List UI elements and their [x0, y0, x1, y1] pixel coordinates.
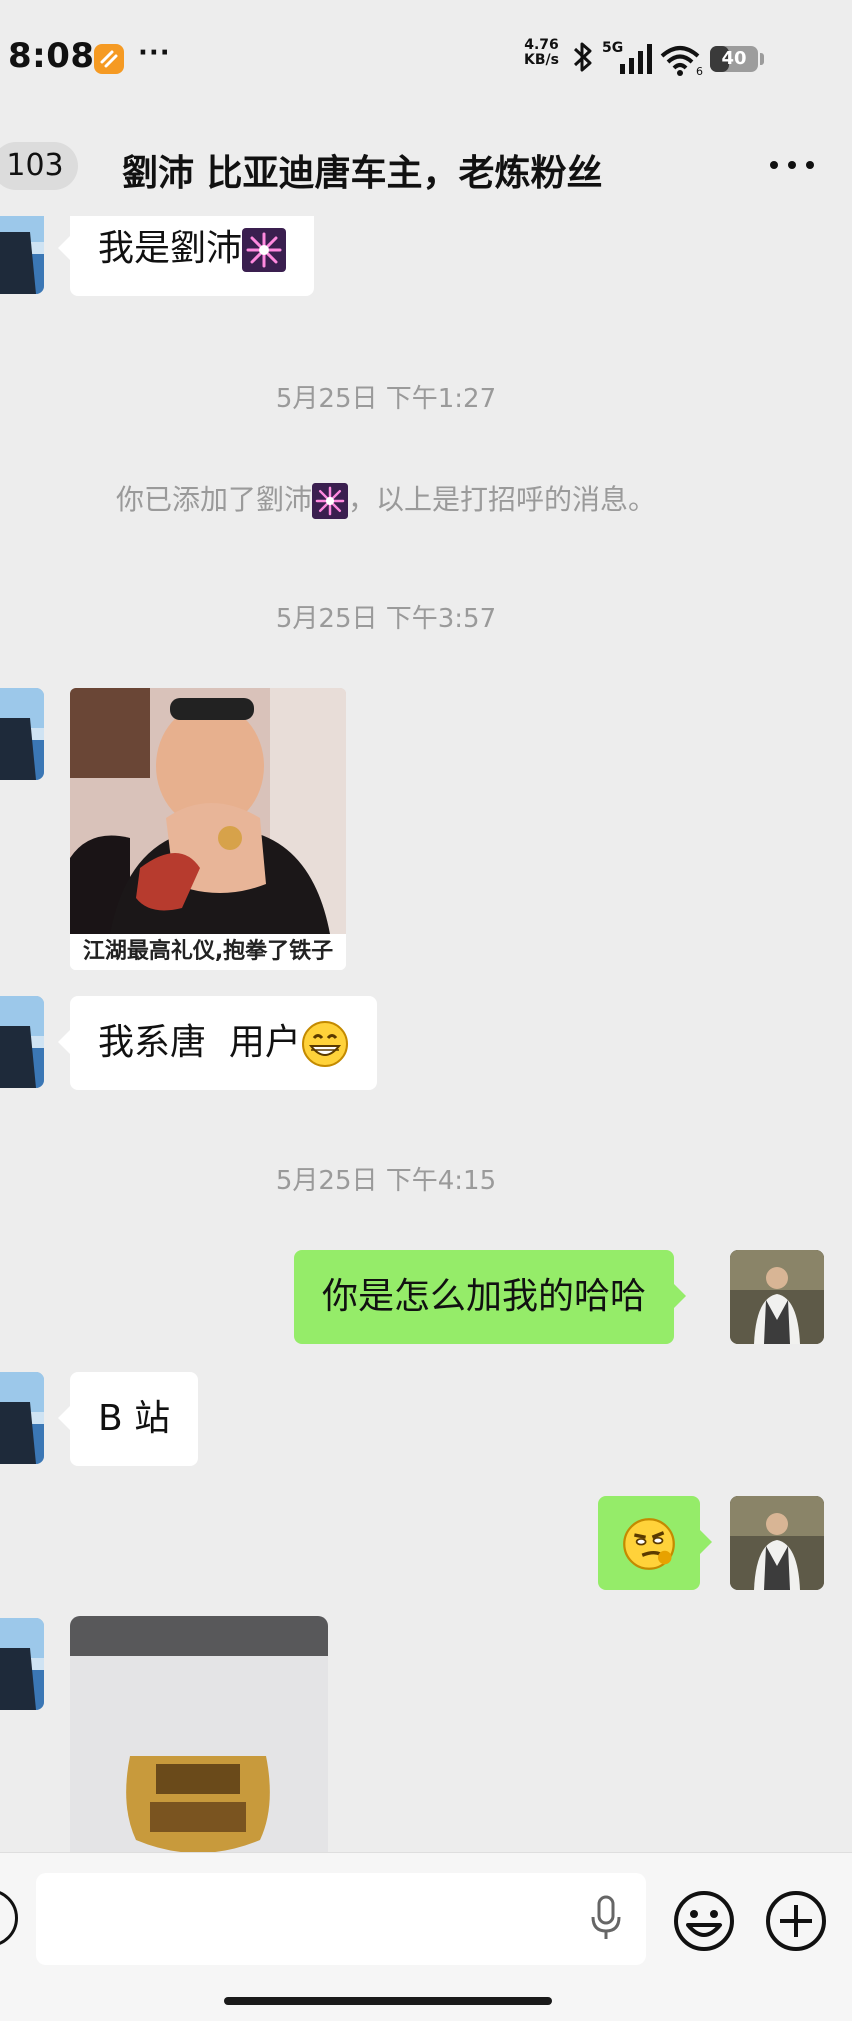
status-time: 8:08 [8, 36, 95, 76]
contact-avatar[interactable] [0, 1618, 44, 1710]
meme-image-message[interactable]: 江湖最高礼仪,抱拳了铁子 [70, 688, 346, 970]
system-message-suffix: ，以上是打招呼的消息。 [348, 483, 657, 516]
photo-image [70, 1616, 328, 1852]
network-speed: 4.76 KB/s [524, 38, 559, 68]
message-text: B 站 [98, 1398, 171, 1439]
message-bubble-incoming[interactable]: 我系唐 用户 [58, 996, 377, 1090]
chat-header: 103 劉沛 比亚迪唐车主，老炼粉丝 [0, 120, 852, 216]
network-speed-value: 4.76 [524, 37, 559, 53]
bluetooth-icon [573, 42, 592, 72]
message-bubble-outgoing[interactable]: 你是怎么加我的哈哈 [294, 1250, 687, 1344]
signal-icon [620, 44, 652, 74]
message-text: 我系唐 用户 [98, 1022, 301, 1063]
back-button[interactable]: 103 [0, 142, 78, 190]
contact-avatar[interactable] [0, 1372, 44, 1464]
smirk-emoji [623, 1518, 675, 1570]
grin-emoji [301, 1021, 348, 1067]
firework-emoji [242, 228, 287, 272]
message-bubble-incoming[interactable]: B 站 [57, 1372, 199, 1466]
emoji-icon[interactable] [672, 1889, 736, 1953]
chat-title: 劉沛 比亚迪唐车主，老炼粉丝 [122, 153, 603, 194]
battery-tip [760, 53, 764, 65]
message-bubble-outgoing[interactable] [598, 1496, 712, 1590]
message-text: 你是怎么加我的哈哈 [322, 1276, 647, 1317]
contact-avatar[interactable] [0, 996, 44, 1088]
message-input[interactable] [36, 1873, 646, 1965]
timestamp: 5月25日 下午1:27 [275, 384, 497, 414]
meme-image [70, 688, 346, 934]
mic-icon[interactable] [588, 1895, 624, 1943]
timestamp: 5月25日 下午4:15 [275, 1166, 497, 1196]
status-bar: 8:08 ··· 4.76 KB/s 5G 6 40 [0, 0, 852, 120]
battery-indicator: 40 [710, 46, 758, 72]
message-bubble-incoming[interactable]: 我是劉沛 [57, 216, 315, 296]
unread-count-badge: 103 [6, 148, 64, 183]
user-avatar[interactable] [730, 1250, 824, 1344]
home-indicator[interactable] [224, 1997, 552, 2005]
more-icon[interactable] [762, 140, 822, 190]
user-avatar[interactable] [730, 1496, 824, 1590]
more-notifications-icon: ··· [138, 38, 171, 68]
meme-caption: 江湖最高礼仪,抱拳了铁子 [70, 934, 346, 970]
message-text: 我是劉沛 [98, 228, 243, 269]
wifi-icon: 6 [660, 46, 703, 76]
network-speed-unit: KB/s [524, 52, 559, 68]
plus-icon[interactable] [764, 1889, 828, 1953]
chat-messages[interactable]: 我是劉沛 5月25日 下午1:27 你已添加了劉沛 ，以上是打招呼的消息。 5月… [0, 216, 852, 1852]
input-bar [0, 1852, 852, 2021]
contact-avatar[interactable] [0, 216, 44, 294]
system-message-prefix: 你已添加了劉沛 [115, 483, 312, 516]
voice-toggle-button[interactable] [0, 1889, 18, 1947]
timestamp: 5月25日 下午3:57 [275, 604, 497, 634]
photo-message[interactable] [70, 1616, 328, 1852]
firework-emoji [312, 483, 348, 519]
contact-avatar[interactable] [0, 688, 44, 780]
svg-text:6: 6 [696, 65, 703, 76]
battery-level: 40 [721, 48, 747, 69]
system-message: 你已添加了劉沛 ，以上是打招呼的消息。 [0, 478, 772, 519]
notification-app-icon [94, 44, 124, 74]
